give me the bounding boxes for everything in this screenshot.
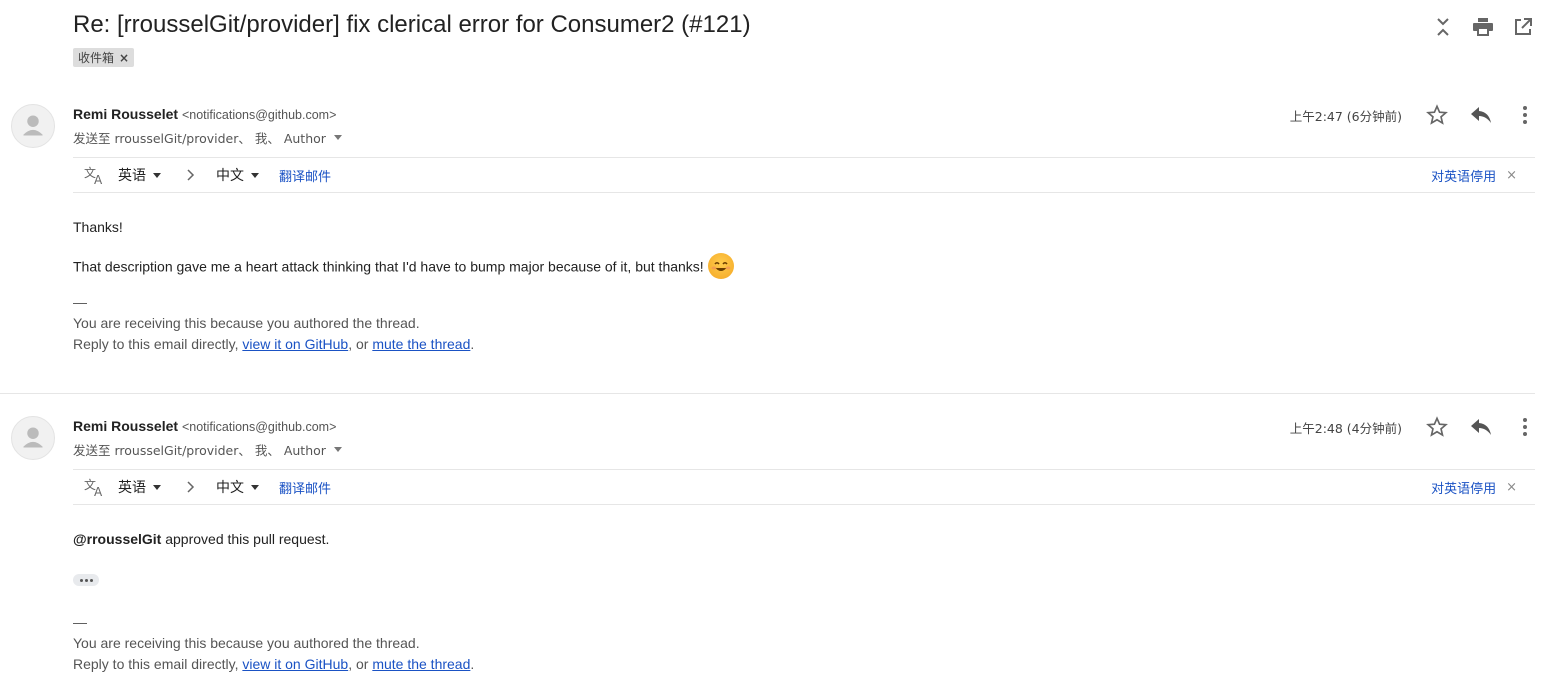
sender-line: Remi Rousselet <notifications@github.com… xyxy=(73,418,336,434)
recipients-line[interactable]: 发送至 rrousselGit/provider、 我、 Author xyxy=(73,128,342,147)
recipients: 发送至 rrousselGit/provider、 我、 Author xyxy=(73,443,326,458)
chevron-right-icon xyxy=(187,481,195,493)
translate-message-link[interactable]: 翻译邮件 xyxy=(279,166,331,185)
sender-avatar xyxy=(11,104,55,148)
more-options-icon[interactable] xyxy=(1514,416,1536,438)
sender-name[interactable]: Remi Rousselet xyxy=(73,418,178,434)
view-on-github-link[interactable]: view it on GitHub xyxy=(242,336,348,352)
recipients-dropdown-icon[interactable] xyxy=(333,135,342,140)
star-icon[interactable] xyxy=(1426,416,1448,438)
message-time: 上午2:47 (6分钟前) xyxy=(1289,109,1402,124)
reply-icon[interactable] xyxy=(1470,104,1492,126)
body-line-1: Thanks! xyxy=(73,219,123,235)
close-translate-icon[interactable]: × xyxy=(1506,480,1517,495)
chevron-right-icon xyxy=(187,169,195,181)
mute-thread-link[interactable]: mute the thread xyxy=(372,656,470,672)
sender-name[interactable]: Remi Rousselet xyxy=(73,106,178,122)
mention-user: @rrousselGit xyxy=(73,531,162,547)
footer-line-1: You are receiving this because you autho… xyxy=(73,315,420,331)
message-time: 上午2:48 (4分钟前) xyxy=(1289,421,1402,436)
email-subject: Re: [rrousselGit/provider] fix clerical … xyxy=(73,11,751,38)
translate-icon: 文A xyxy=(84,165,106,185)
footer-line-1: You are receiving this because you autho… xyxy=(73,635,420,651)
star-icon[interactable] xyxy=(1426,104,1448,126)
recipients-line[interactable]: 发送至 rrousselGit/provider、 我、 Author xyxy=(73,440,342,459)
close-translate-icon[interactable]: × xyxy=(1506,168,1517,183)
sender-line: Remi Rousselet <notifications@github.com… xyxy=(73,106,336,122)
mute-thread-link[interactable]: mute the thread xyxy=(372,336,470,352)
sender-avatar xyxy=(11,416,55,460)
inbox-label-chip[interactable]: 收件箱 × xyxy=(73,48,135,67)
thread-toolbar xyxy=(1432,16,1534,38)
translate-message-link[interactable]: 翻译邮件 xyxy=(279,478,331,497)
recipients-dropdown-icon[interactable] xyxy=(333,447,342,452)
remove-label-icon[interactable]: × xyxy=(119,51,129,65)
sender-email: <notifications@github.com> xyxy=(181,108,337,122)
view-on-github-link[interactable]: view it on GitHub xyxy=(242,656,348,672)
footer-dash: — xyxy=(73,294,87,310)
footer-line-2: Reply to this email directly, view it on… xyxy=(73,656,475,672)
body-line-1: @rrousselGit approved this pull request. xyxy=(73,531,330,547)
label-text: 收件箱 xyxy=(78,51,115,65)
disable-english-link[interactable]: 对英语停用 xyxy=(1431,478,1496,497)
smiling-emoji-icon xyxy=(707,253,734,279)
collapse-all-icon[interactable] xyxy=(1432,16,1454,38)
source-language-select[interactable]: 英语 xyxy=(118,477,161,497)
disable-english-link[interactable]: 对英语停用 xyxy=(1431,166,1496,185)
open-new-window-icon[interactable] xyxy=(1512,16,1534,38)
sender-email: <notifications@github.com> xyxy=(181,420,337,434)
footer-dash: — xyxy=(73,614,87,630)
translate-bar: 文A 英语 中文 翻译邮件 对英语停用 × xyxy=(73,469,1535,505)
body-line-2: That description gave me a heart attack … xyxy=(73,253,734,281)
translate-icon: 文A xyxy=(84,477,106,497)
translate-bar: 文A 英语 中文 翻译邮件 对英语停用 × xyxy=(73,157,1535,193)
message-divider xyxy=(0,393,1535,394)
source-language-select[interactable]: 英语 xyxy=(118,165,161,185)
svg-text:A: A xyxy=(94,485,103,497)
reply-icon[interactable] xyxy=(1470,416,1492,438)
target-language-select[interactable]: 中文 xyxy=(216,477,259,497)
recipients: 发送至 rrousselGit/provider、 我、 Author xyxy=(73,131,326,146)
target-language-select[interactable]: 中文 xyxy=(216,165,259,185)
more-options-icon[interactable] xyxy=(1514,104,1536,126)
show-trimmed-content-button[interactable] xyxy=(73,574,99,586)
footer-line-2: Reply to this email directly, view it on… xyxy=(73,336,475,352)
print-icon[interactable] xyxy=(1472,16,1494,38)
svg-text:A: A xyxy=(94,173,103,185)
